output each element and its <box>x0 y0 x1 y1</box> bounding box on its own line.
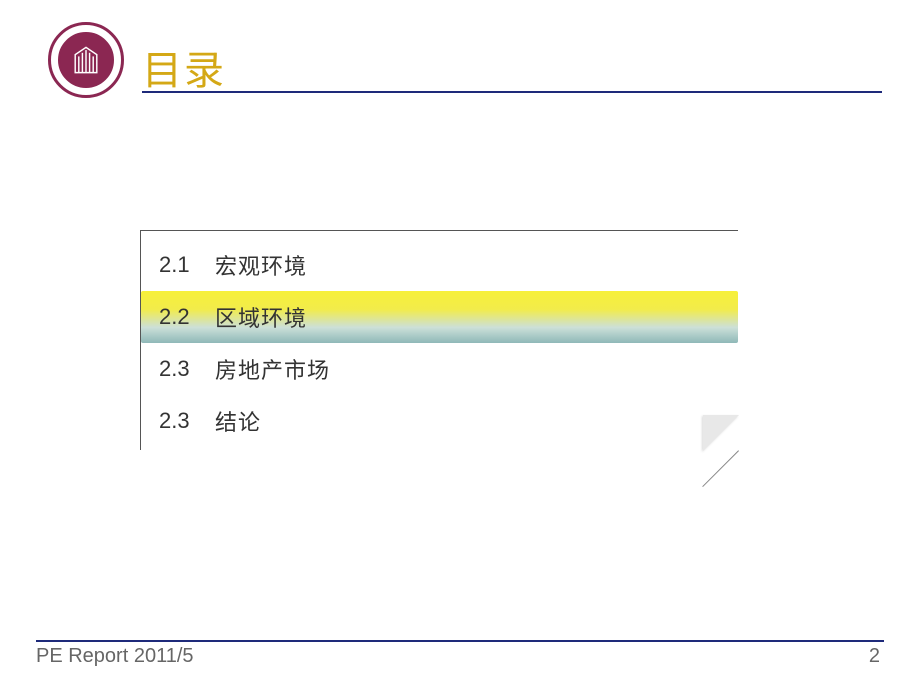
toc-item-number: 2.3 <box>159 408 215 434</box>
toc-item: 2.3 房地产市场 <box>141 343 738 395</box>
toc-item-label: 区域环境 <box>215 301 307 333</box>
footer-rule <box>36 640 884 642</box>
org-logo <box>48 22 124 98</box>
toc-item: 2.3 结论 <box>141 395 738 447</box>
toc-item-label: 结论 <box>215 405 261 437</box>
toc-item-number: 2.3 <box>159 356 215 382</box>
page-fold-icon <box>703 415 739 451</box>
toc-item-number: 2.1 <box>159 252 215 278</box>
toc-item-highlighted: 2.2 区域环境 <box>141 291 738 343</box>
toc-item-label: 房地产市场 <box>215 353 330 385</box>
org-logo-inner <box>58 32 114 88</box>
building-icon <box>68 42 104 78</box>
footer-report-label: PE Report 2011/5 <box>36 645 194 668</box>
toc-item: 2.1 宏观环境 <box>141 239 738 291</box>
footer-page-number: 2 <box>869 645 880 668</box>
page-title: 目录 <box>142 38 226 96</box>
toc-item-label: 宏观环境 <box>215 249 307 281</box>
toc-item-number: 2.2 <box>159 304 215 330</box>
title-underline <box>142 91 882 93</box>
toc-container: 2.1 宏观环境 2.2 区域环境 2.3 房地产市场 2.3 结论 <box>140 230 738 450</box>
